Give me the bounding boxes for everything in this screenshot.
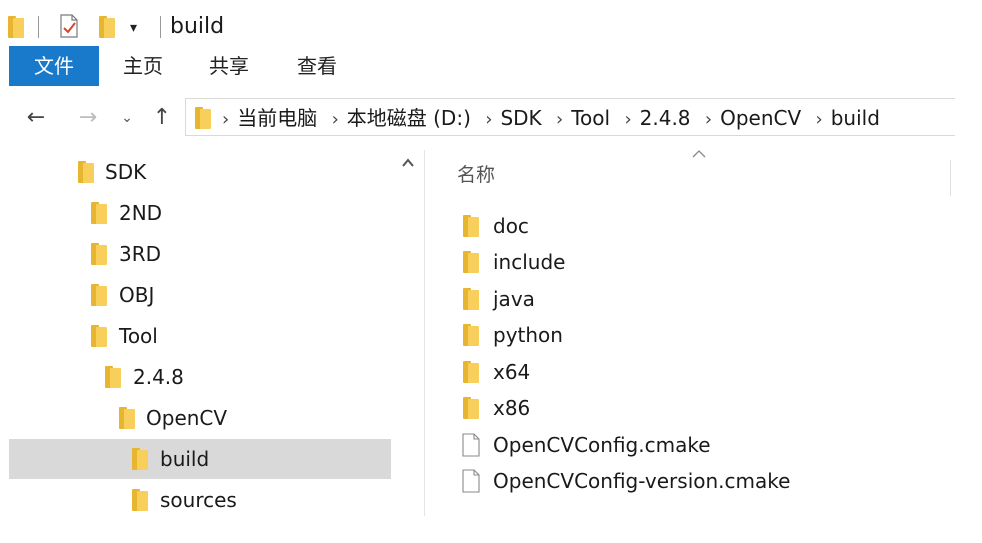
tree-item-label: Tool [119,324,158,348]
list-item-name: java [493,287,535,311]
navigation-tree: SDK 2ND 3RD OBJ Tool 2.4.8 OpenCV build [9,150,393,516]
breadcrumb-item-this-pc[interactable]: 当前电脑 [237,106,317,130]
column-header-name[interactable]: 名称 [457,161,495,189]
toolbar-divider [160,16,161,38]
folder-icon [463,397,479,419]
list-item[interactable]: x86 [457,390,937,426]
tree-item-opencv[interactable]: OpenCV [9,398,391,438]
tree-item-label: OBJ [119,283,155,307]
chevron-right-icon[interactable]: › [556,101,563,139]
tree-item-sources[interactable]: sources [9,480,391,516]
list-item-name: OpenCVConfig-version.cmake [493,469,791,493]
tree-item-2nd[interactable]: 2ND [9,193,391,233]
chevron-right-icon[interactable]: › [816,101,823,139]
list-item[interactable]: python [457,317,937,353]
customize-quick-access-chevron-down-icon[interactable]: ▾ [130,18,137,38]
folder-icon[interactable] [8,16,24,38]
scroll-up-chevron-icon[interactable] [401,156,415,170]
list-item[interactable]: include [457,244,937,280]
list-item[interactable]: java [457,281,937,317]
toolbar-divider [38,16,39,38]
tree-item-3rd[interactable]: 3RD [9,234,391,274]
chevron-right-icon[interactable]: › [332,101,339,139]
list-item[interactable]: OpenCVConfig-version.cmake [457,463,937,499]
file-icon [462,433,480,457]
breadcrumb-item-opencv[interactable]: OpenCV [720,106,801,130]
folder-icon [119,407,135,429]
folder-icon [91,325,107,347]
breadcrumb: › 当前电脑 › 本地磁盘 (D:) › SDK › Tool › 2.4.8 › Open… [222,99,880,137]
list-item-name: include [493,250,566,274]
tree-scrollbar[interactable] [393,150,423,516]
list-item[interactable]: OpenCVConfig.cmake [457,427,937,463]
folder-icon [463,361,479,383]
address-bar[interactable]: › 当前电脑 › 本地磁盘 (D:) › SDK › Tool › 2.4.8 › Open… [185,98,955,136]
list-item-name: python [493,323,563,347]
tree-item-build[interactable]: build [9,439,391,479]
tree-item-tool[interactable]: Tool [9,316,391,356]
breadcrumb-item-sdk[interactable]: SDK [500,106,541,130]
folder-icon [91,202,107,224]
folder-icon [463,251,479,273]
back-arrow-icon[interactable]: ← [20,102,52,134]
folder-icon [463,288,479,310]
new-folder-icon[interactable] [99,16,115,38]
folder-icon [91,284,107,306]
folder-icon [195,107,211,129]
tree-item-label: OpenCV [146,406,228,430]
chevron-right-icon[interactable]: › [222,101,229,139]
breadcrumb-item-local-disk[interactable]: 本地磁盘 (D:) [347,106,471,130]
file-explorer-window: ▾ build 文件 主页 共享 查看 ← → ⌄ ↑ › 当前电脑 › 本地磁盘 … [0,0,982,543]
navigation-bar: ← → ⌄ ↑ › 当前电脑 › 本地磁盘 (D:) › SDK › Tool › 2.4… [0,98,982,138]
chevron-right-icon[interactable]: › [705,101,712,139]
recent-locations-chevron-down-icon[interactable]: ⌄ [111,102,143,134]
breadcrumb-item-tool[interactable]: Tool [571,106,610,130]
list-item-name: OpenCVConfig.cmake [493,433,711,457]
up-arrow-icon[interactable]: ↑ [146,102,178,134]
tree-item-label: 3RD [119,242,162,266]
tree-item-label: build [160,447,210,471]
folder-icon [91,243,107,265]
tree-item-label: SDK [105,160,147,184]
list-item-name: x86 [493,396,531,420]
chevron-right-icon[interactable]: › [624,101,631,139]
title-bar: ▾ build [0,0,982,46]
folder-icon [78,161,94,183]
sort-ascending-caret-icon [692,150,706,158]
tree-item-label: 2.4.8 [133,365,184,389]
folder-icon [132,448,148,470]
tab-home[interactable]: 主页 [112,46,174,86]
list-item-name: doc [493,214,529,238]
chevron-right-icon[interactable]: › [485,101,492,139]
file-icon [462,469,480,493]
tree-item-label: 2ND [119,201,163,225]
tree-item-sdk[interactable]: SDK [9,152,391,192]
folder-icon [105,366,121,388]
forward-arrow-icon[interactable]: → [72,102,104,134]
folder-icon [463,324,479,346]
tree-item-248[interactable]: 2.4.8 [9,357,391,397]
breadcrumb-item-version[interactable]: 2.4.8 [640,106,691,130]
list-item-name: x64 [493,360,531,384]
tree-item-label: sources [160,488,237,512]
list-item[interactable]: x64 [457,354,937,390]
ribbon-tabs: 文件 主页 共享 查看 [0,46,982,86]
list-item[interactable]: doc [457,208,937,244]
breadcrumb-item-build[interactable]: build [831,106,880,130]
window-title: build [170,14,225,39]
properties-icon[interactable] [59,14,79,38]
folder-icon [463,215,479,237]
tab-view[interactable]: 查看 [286,46,348,86]
tab-share[interactable]: 共享 [198,46,260,86]
tree-item-obj[interactable]: OBJ [9,275,391,315]
file-list: 名称 doc include java python x64 x86 OpenC… [425,150,955,516]
column-divider[interactable] [950,160,951,196]
folder-icon [132,489,148,511]
tab-file[interactable]: 文件 [9,46,99,86]
